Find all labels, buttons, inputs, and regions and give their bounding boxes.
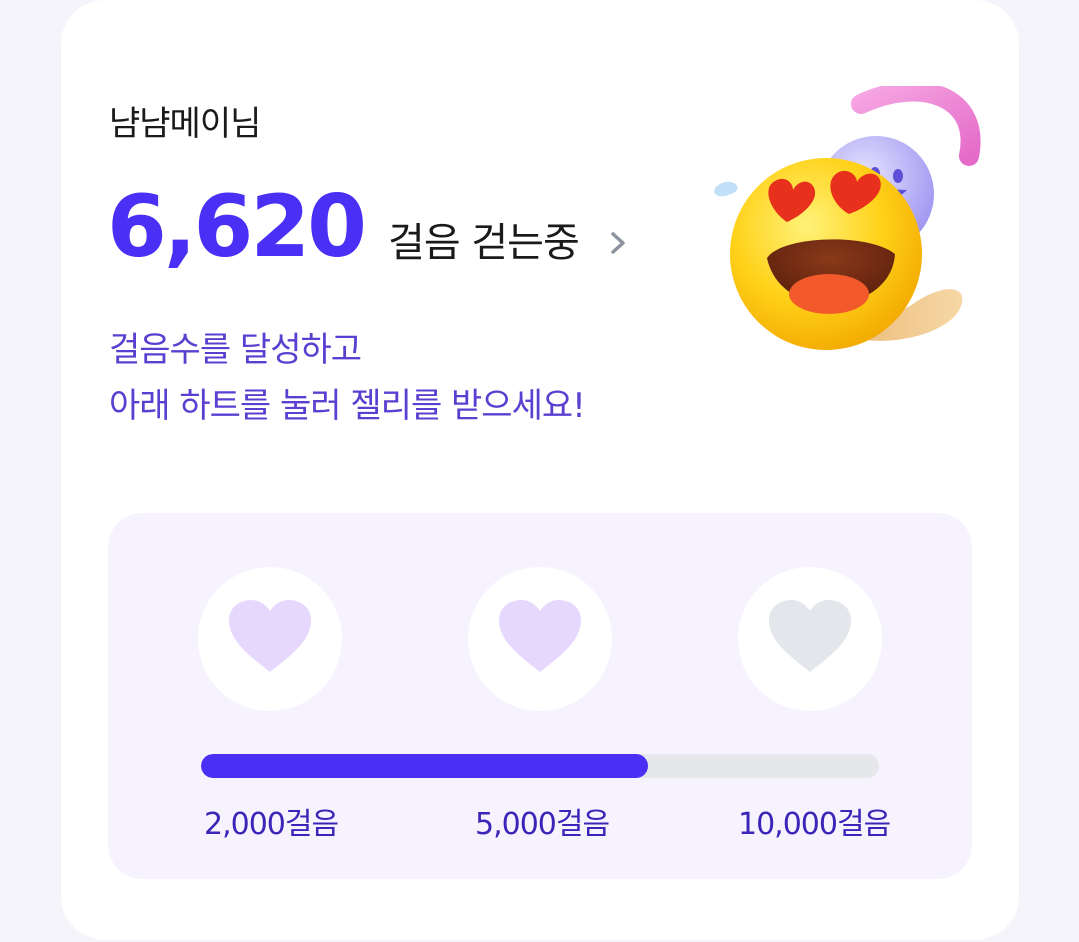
instruction-line-2: 아래 하트를 눌러 젤리를 받으세요! — [109, 386, 586, 426]
step-progress-bar — [201, 754, 879, 778]
instruction-line-1: 걸음수를 달성하고 — [109, 330, 362, 370]
milestone-heart-button-2000[interactable] — [198, 567, 342, 711]
step-reward-card: 냠냠메이님 6,620 걸음 걷는중 걸음수를 달성하고 아래 하트를 눌러 젤… — [61, 0, 1019, 940]
user-name: 냠냠메이님 — [109, 104, 261, 144]
step-progress-fill — [201, 754, 649, 778]
step-status-label: 걸음 걷는중 — [388, 220, 580, 266]
heart-icon — [497, 598, 583, 680]
milestone-heart-button-10000[interactable] — [738, 567, 882, 711]
heart-eyes-mascot-illustration — [651, 81, 981, 376]
heart-icon — [227, 598, 313, 680]
instruction-message: 걸음수를 달성하고 아래 하트를 눌러 젤리를 받으세요! — [109, 322, 586, 434]
reward-panel: 2,000걸음 5,000걸음 10,000걸음 — [108, 513, 972, 879]
milestone-label-10000: 10,000걸음 — [738, 807, 891, 842]
milestone-label-2000: 2,000걸음 — [204, 807, 339, 842]
step-count: 6,620 — [107, 177, 367, 277]
chevron-right-icon — [605, 228, 631, 258]
steps-link[interactable]: 6,620 걸음 걷는중 — [107, 184, 631, 270]
milestone-heart-button-5000[interactable] — [468, 567, 612, 711]
heart-icon — [767, 598, 853, 680]
milestone-label-5000: 5,000걸음 — [475, 807, 610, 842]
